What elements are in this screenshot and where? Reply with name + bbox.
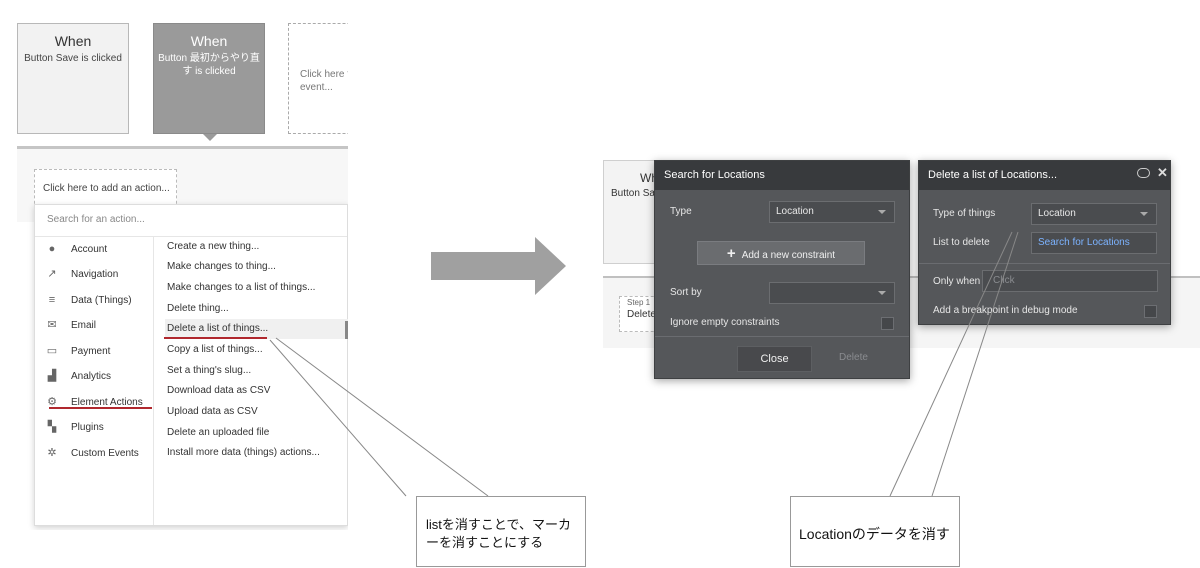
callout-left-text: listを消すことで、マーカーを消すことにする bbox=[426, 517, 571, 550]
callout-left: listを消すことで、マーカーを消すことにする bbox=[416, 496, 586, 567]
callout-leader-lines bbox=[269, 231, 1019, 497]
callout-right: Locationのデータを消す bbox=[790, 496, 960, 567]
callout-right-text: Locationのデータを消す bbox=[799, 526, 950, 542]
